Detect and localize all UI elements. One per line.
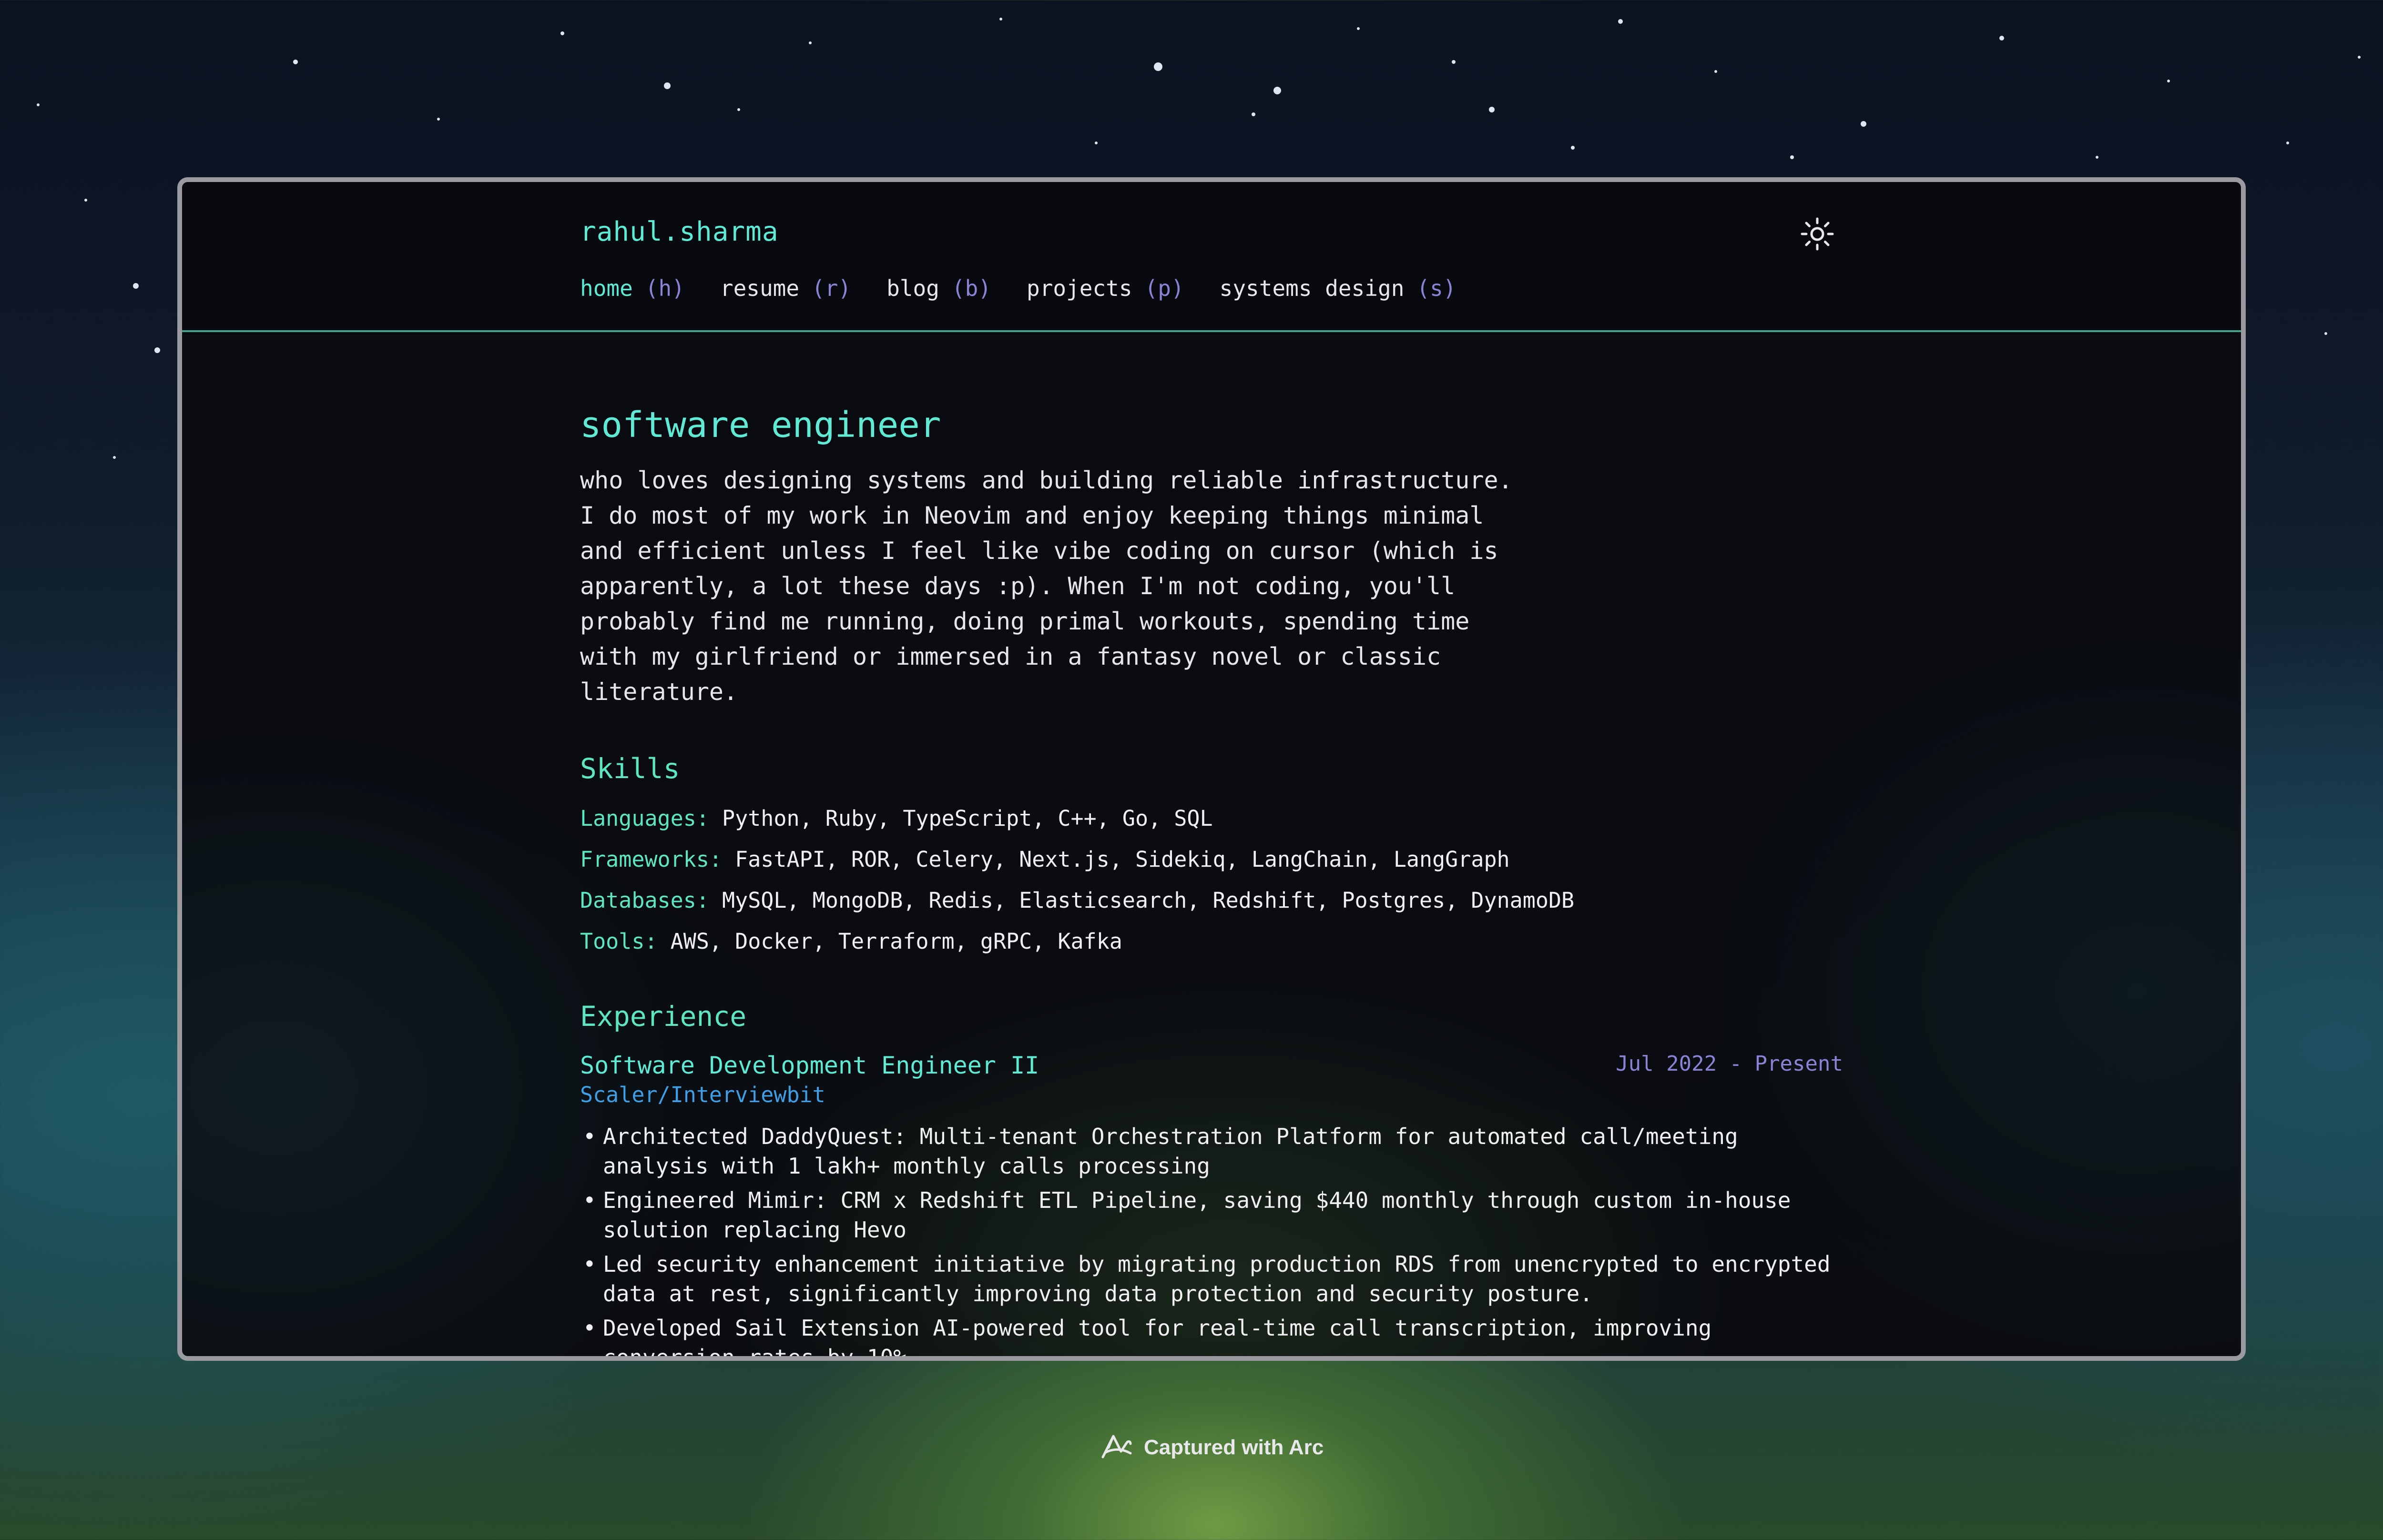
job-bullet: Led security enhancement initiative by m… [580,1249,1842,1308]
skill-row-tools: Tools: AWS, Docker, Terraform, gRPC, Kaf… [580,921,1843,962]
nav-label: blog [886,275,939,301]
nav-label: systems design [1219,275,1405,301]
nav-item-projects[interactable]: projects (p) [1027,275,1184,301]
nav-shortcut: (h) [645,275,685,301]
skill-row-databases: Databases: MySQL, MongoDB, Redis, Elasti… [580,880,1843,921]
captured-label: Captured with Arc [1144,1436,1324,1459]
nav-shortcut: (s) [1416,275,1456,301]
skills-heading: Skills [580,752,680,785]
skill-value: AWS, Docker, Terraform, gRPC, Kafka [670,929,1122,954]
company-link[interactable]: Scaler/Interviewbit [580,1082,1843,1107]
job-bullet: Architected DaddyQuest: Multi-tenant Orc… [580,1122,1842,1181]
nav-item-home[interactable]: home (h) [580,275,685,301]
captured-with-arc-badge: Captured with Arc [1099,1432,1324,1463]
main-nav: home (h) resume (r) blog (b) projects (p) sy… [580,275,1456,301]
job-entry: Software Development Engineer II Jul 202… [580,1052,1843,1356]
nav-shortcut: (b) [951,275,992,301]
skill-label: Databases: [580,888,709,913]
skill-label: Frameworks: [580,847,723,872]
arc-logo-icon [1101,1435,1132,1459]
page-title: software engineer [580,405,941,446]
skill-row-frameworks: Frameworks: FastAPI, ROR, Celery, Next.j… [580,839,1843,880]
job-bullet: Engineered Mimir: CRM x Redshift ETL Pip… [580,1185,1842,1245]
job-bullet: Developed Sail Extension AI-powered tool… [580,1313,1842,1356]
theme-toggle-button[interactable] [1800,217,1834,251]
nav-label: projects [1027,275,1132,301]
nav-item-resume[interactable]: resume (r) [720,275,851,301]
nav-shortcut: (r) [812,275,852,301]
skill-row-languages: Languages: Python, Ruby, TypeScript, C++… [580,798,1843,839]
intro-paragraph: who loves designing systems and building… [580,466,1513,706]
job-bullets: Architected DaddyQuest: Multi-tenant Orc… [580,1122,1843,1356]
skill-value: FastAPI, ROR, Celery, Next.js, Sidekiq, … [735,847,1510,872]
experience-heading: Experience [580,1000,747,1033]
nav-item-systems-design[interactable]: systems design (s) [1220,275,1456,301]
main-content: software engineer who loves designing sy… [580,405,1843,1356]
nav-label: home [580,275,633,301]
skills-list: Languages: Python, Ruby, TypeScript, C++… [580,798,1843,962]
sun-icon [1801,217,1834,251]
skill-value: Python, Ruby, TypeScript, C++, Go, SQL [722,806,1213,831]
nav-item-blog[interactable]: blog (b) [886,275,991,301]
skill-label: Tools: [580,929,658,954]
nav-shortcut: (p) [1144,275,1184,301]
site-header: rahul.sharma home (h) resume (r) blog (b) [182,182,2241,332]
site-brand-link[interactable]: rahul.sharma [580,216,779,247]
nav-label: resume [720,275,800,301]
browser-window: rahul.sharma home (h) resume (r) blog (b) [177,177,2246,1361]
skill-label: Languages: [580,806,709,831]
skill-value: MySQL, MongoDB, Redis, Elasticsearch, Re… [722,888,1575,913]
job-dates: Jul 2022 - Present [1616,1052,1843,1076]
